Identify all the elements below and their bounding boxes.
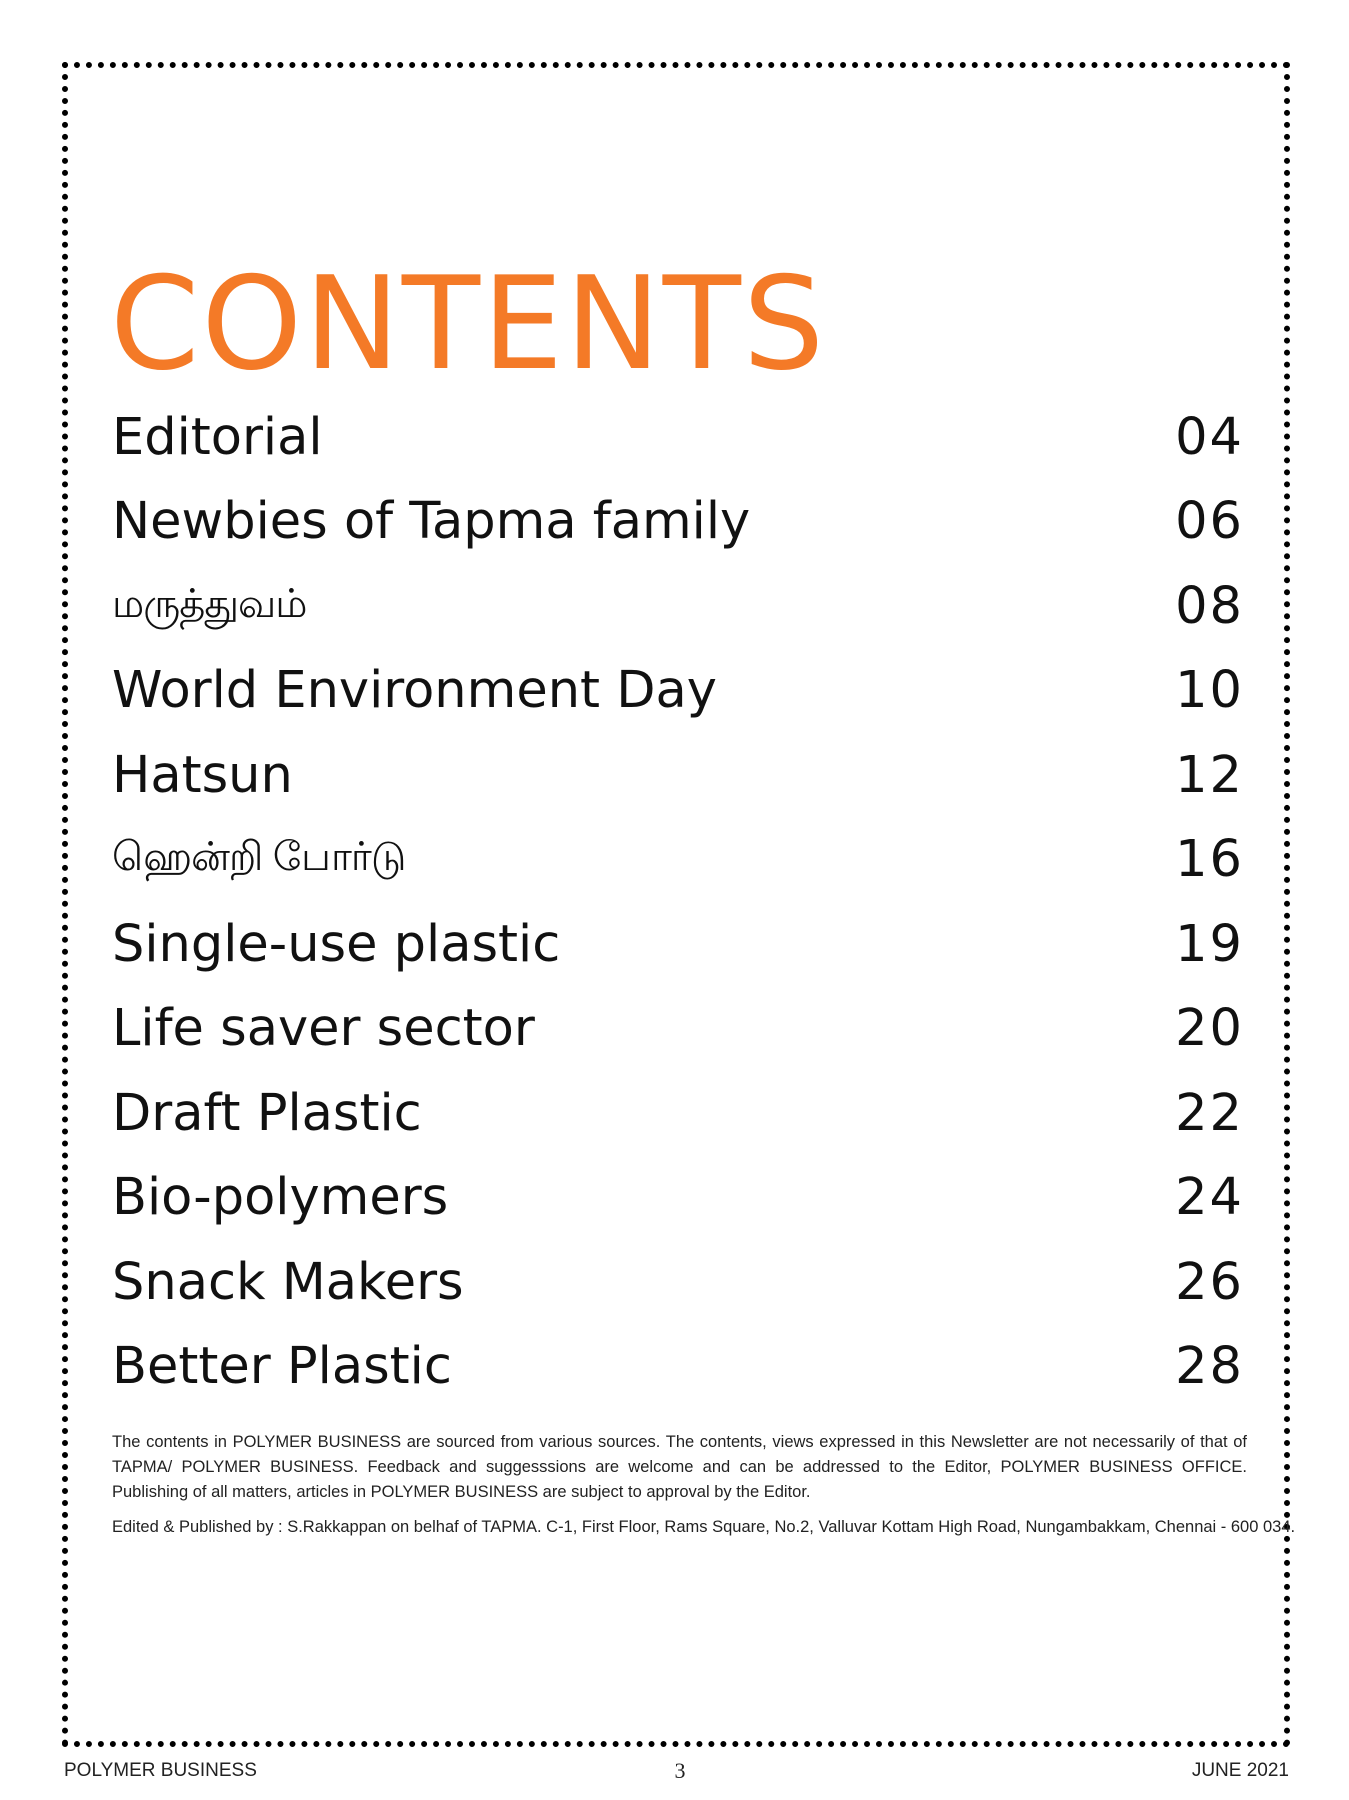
toc-label: Single-use plastic — [112, 914, 561, 974]
page-title: CONTENTS — [110, 250, 827, 399]
toc-row-draft-plastic[interactable]: Draft Plastic 22 — [112, 1071, 1244, 1156]
toc-row-hatsun[interactable]: Hatsun 12 — [112, 733, 1244, 818]
toc-row-editorial[interactable]: Editorial 04 — [112, 395, 1244, 480]
toc-label: Hatsun — [112, 745, 293, 805]
toc-page-number: 20 — [1175, 999, 1244, 1059]
toc-row-newbies[interactable]: Newbies of Tapma family 06 — [112, 480, 1244, 565]
toc-page-number: 16 — [1175, 830, 1244, 890]
toc-row-snack-makers[interactable]: Snack Makers 26 — [112, 1240, 1244, 1325]
toc-label: Snack Makers — [112, 1252, 464, 1312]
toc-page-number: 10 — [1175, 661, 1244, 721]
disclaimer-text: The contents in POLYMER BUSINESS are sou… — [112, 1433, 1247, 1501]
toc-row-maruthuvam[interactable]: மருத்துவம் 08 — [112, 564, 1244, 649]
toc-page-number: 08 — [1175, 576, 1244, 636]
toc-page-number: 22 — [1175, 1083, 1244, 1143]
toc-page-number: 12 — [1175, 745, 1244, 805]
toc-row-world-environment-day[interactable]: World Environment Day 10 — [112, 649, 1244, 734]
footer-publication-name: POLYMER BUSINESS — [64, 1760, 257, 1781]
publisher-info: Edited & Published by : S.Rakkappan on b… — [112, 1518, 1296, 1536]
toc-row-henry-ford[interactable]: ஹென்றி போர்டு 16 — [112, 818, 1244, 903]
toc-page-number: 28 — [1175, 1337, 1244, 1397]
toc-label: Editorial — [112, 407, 323, 467]
toc-page-number: 26 — [1175, 1252, 1244, 1312]
toc-label: Bio-polymers — [112, 1168, 449, 1228]
toc-page-number: 19 — [1175, 914, 1244, 974]
toc-label: மருத்துவம் — [112, 580, 307, 627]
footer-issue-date: JUNE 2021 — [1191, 1760, 1289, 1781]
toc-label: Life saver sector — [112, 999, 535, 1059]
toc-page-number: 06 — [1175, 492, 1244, 552]
toc-label: Better Plastic — [112, 1337, 452, 1397]
toc-page-number: 24 — [1175, 1168, 1244, 1228]
toc-label: Newbies of Tapma family — [112, 492, 751, 552]
toc-row-life-saver-sector[interactable]: Life saver sector 20 — [112, 987, 1244, 1072]
toc-label: Draft Plastic — [112, 1083, 422, 1143]
toc-row-single-use-plastic[interactable]: Single-use plastic 19 — [112, 902, 1244, 987]
toc-label: World Environment Day — [112, 661, 717, 721]
toc-row-bio-polymers[interactable]: Bio-polymers 24 — [112, 1156, 1244, 1241]
footer-page-number: 3 — [674, 1758, 686, 1783]
toc-row-better-plastic[interactable]: Better Plastic 28 — [112, 1325, 1244, 1410]
table-of-contents: Editorial 04 Newbies of Tapma family 06 … — [112, 395, 1244, 1409]
toc-page-number: 04 — [1175, 407, 1244, 467]
toc-label: ஹென்றி போர்டு — [112, 834, 406, 881]
